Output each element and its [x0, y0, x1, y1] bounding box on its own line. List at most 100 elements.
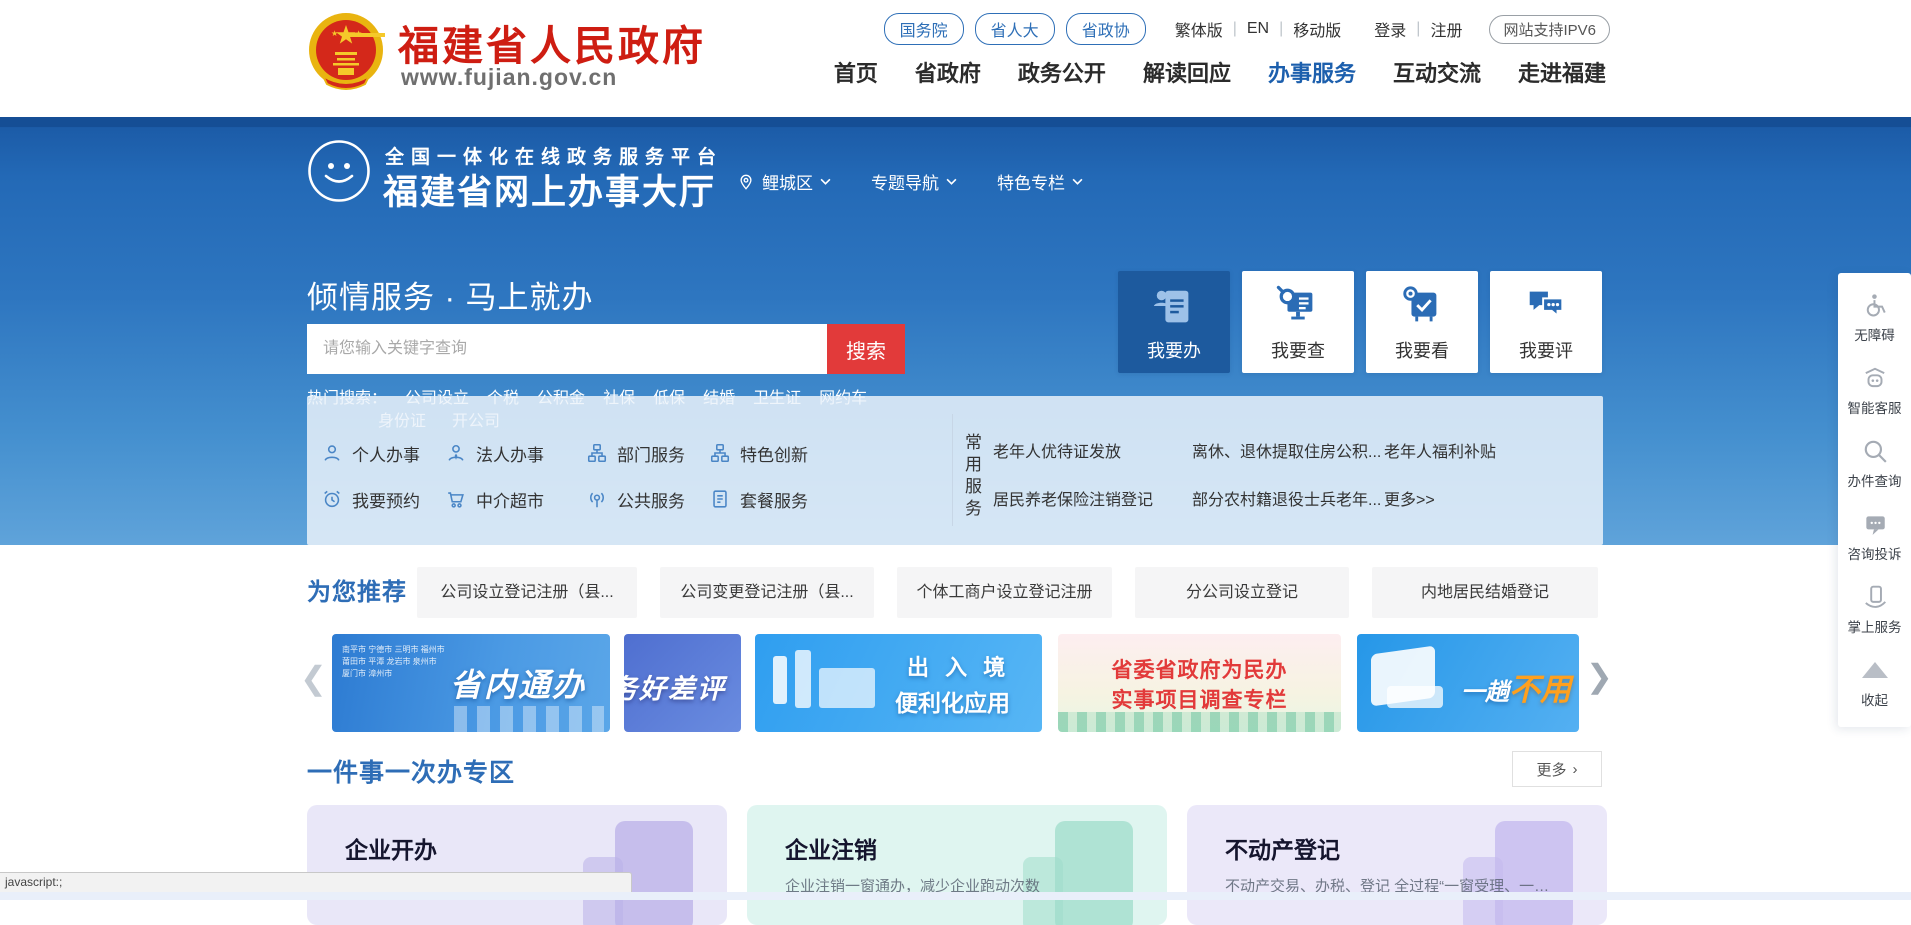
site-header: ★ ★ 福建省人民政府 www.fujian.gov.cn 国务院 省人大 省政…	[0, 0, 1911, 117]
menu-personal-services[interactable]: 个人办事	[321, 438, 420, 468]
banner-service-rating[interactable]: 务好差评	[624, 634, 741, 732]
person-icon	[321, 442, 343, 464]
recommend-item[interactable]: 个体工商户设立登记注册	[897, 567, 1112, 618]
tool-label: 办件查询	[1848, 470, 1902, 490]
card-real-estate-registration[interactable]: 不动产登记 不动产交易、办税、登记 全过程“一窗受理、一…	[1187, 805, 1607, 925]
banner-title: 出 入 境	[907, 650, 1010, 682]
menu-public-services[interactable]: 公共服务	[586, 484, 685, 514]
recommend-buttons: 公司设立登记注册（县... 公司变更登记注册（县... 个体工商户设立登记注册 …	[417, 567, 1598, 618]
search-input[interactable]	[307, 324, 827, 374]
recommend-item[interactable]: 公司设立登记注册（县...	[417, 567, 637, 618]
page: { "page": { "status_tooltip": "javascrip…	[0, 0, 1911, 900]
top-links: 国务院 省人大 省政协 繁体版 | EN | 移动版 登录 | 注册 网站支持I…	[884, 13, 1610, 45]
chevron-down-icon	[1072, 178, 1083, 185]
magnifier-icon	[1862, 438, 1888, 464]
counter-illustration	[819, 668, 875, 708]
broadcast-icon	[586, 488, 608, 510]
nav-services[interactable]: 办事服务	[1268, 56, 1356, 88]
recommend-item[interactable]: 内地居民结婚登记	[1372, 567, 1598, 618]
tab-i-want-to-review[interactable]: 我要评	[1490, 271, 1602, 373]
link-mobile[interactable]: 移动版	[1293, 17, 1341, 41]
region-selector[interactable]: 鲤城区	[737, 169, 831, 194]
menu-corporate-services[interactable]: 法人办事	[445, 438, 544, 468]
banner-title: 一趟不用	[1461, 664, 1571, 709]
alarm-clock-icon	[321, 488, 343, 510]
chevron-right-icon: ›	[1573, 761, 1578, 778]
login-link[interactable]: 登录	[1374, 17, 1406, 41]
tool-collapse[interactable]: 收起	[1861, 657, 1888, 709]
nav-interaction[interactable]: 互动交流	[1393, 56, 1481, 88]
region-name: 鲤城区	[762, 169, 813, 194]
eye-board-icon	[1399, 284, 1445, 330]
cart-icon	[445, 488, 467, 510]
card-business-startup[interactable]: 企业开办	[307, 805, 727, 925]
menu-special-label: 特色专栏	[997, 169, 1065, 194]
tool-mobile-services[interactable]: 掌上服务	[1848, 584, 1902, 636]
nav-about-fujian[interactable]: 走进福建	[1518, 56, 1606, 88]
banner-one-trip[interactable]: 一趟不用	[1357, 634, 1579, 732]
auth-links: 登录 | 注册	[1374, 17, 1462, 41]
menu-item-label: 中介超市	[476, 487, 544, 512]
tab-i-want-to-view[interactable]: 我要看	[1366, 271, 1478, 373]
carousel-next-button[interactable]: ❯	[1586, 660, 1613, 692]
link-provincial-cppcc[interactable]: 省政协	[1066, 13, 1146, 45]
tool-consult-complaint[interactable]: 咨询投诉	[1848, 511, 1902, 563]
banner-entry-exit[interactable]: 出 入 境 便利化应用	[755, 634, 1042, 732]
recommend-item[interactable]: 公司变更登记注册（县...	[660, 567, 874, 618]
tool-case-query[interactable]: 办件查询	[1848, 438, 1902, 490]
menu-item-label: 特色创新	[740, 441, 808, 466]
common-link[interactable]: 老年人福利补贴	[1384, 438, 1496, 462]
tool-smart-customer-service[interactable]: 智能客服	[1848, 365, 1902, 417]
nav-gov-affairs[interactable]: 政务公开	[1018, 56, 1106, 88]
tab-i-want-to-check[interactable]: 我要查	[1242, 271, 1354, 373]
more-link[interactable]: 更多>>	[1384, 486, 1435, 510]
chevron-down-icon	[946, 178, 957, 185]
platform-menus: 鲤城区 专题导航 特色专栏	[737, 169, 1083, 194]
people-illustration	[773, 656, 787, 704]
common-link[interactable]: 居民养老保险注销登记	[993, 486, 1153, 510]
link-english[interactable]: EN	[1247, 20, 1269, 38]
nav-home[interactable]: 首页	[834, 56, 878, 88]
chat-bubble-icon	[1862, 511, 1888, 537]
banner-title-part: 一趟	[1461, 679, 1509, 706]
menu-item-label: 部门服务	[617, 441, 685, 466]
tab-label: 我要办	[1147, 337, 1201, 363]
wheelchair-icon	[1862, 292, 1888, 318]
banner-title: 省内通办	[450, 660, 586, 706]
link-provincial-congress[interactable]: 省人大	[975, 13, 1055, 45]
tool-label: 咨询投诉	[1848, 543, 1902, 563]
ipv6-badge: 网站支持IPV6	[1489, 15, 1610, 44]
menu-package-services[interactable]: 套餐服务	[709, 484, 808, 514]
common-link[interactable]: 老年人优待证发放	[993, 438, 1121, 462]
hero-slogan: 倾情服务 · 马上就办	[307, 272, 594, 317]
common-link[interactable]: 离休、退休提取住房公积...	[1192, 438, 1381, 462]
browser-status-tooltip: javascript:;	[0, 872, 632, 892]
banner-province-wide-service[interactable]: 南平市 宁德市 三明市 福州市 莆田市 平潭 龙岩市 泉州市 厦门市 漳州市 省…	[332, 634, 610, 732]
nav-interpretation[interactable]: 解读回应	[1143, 56, 1231, 88]
menu-intermediary-market[interactable]: 中介超市	[445, 484, 544, 514]
tab-label: 我要看	[1395, 337, 1449, 363]
menu-topics-nav[interactable]: 专题导航	[871, 169, 957, 194]
link-traditional-chinese[interactable]: 繁体版	[1175, 17, 1223, 41]
banner-public-welfare-survey[interactable]: 省委省政府为民办 实事项目调查专栏	[1058, 634, 1341, 732]
national-emblem-icon: ★ ★	[307, 10, 385, 96]
carousel-prev-button[interactable]: ❮	[300, 662, 327, 694]
common-link[interactable]: 部分农村籍退役士兵老年...	[1192, 486, 1381, 510]
menu-item-label: 我要预约	[352, 487, 420, 512]
menu-special-columns[interactable]: 特色专栏	[997, 169, 1083, 194]
tool-accessibility[interactable]: 无障碍	[1854, 292, 1895, 344]
once-more-button[interactable]: 更多 ›	[1512, 751, 1602, 787]
nav-provincial-gov[interactable]: 省政府	[915, 56, 981, 88]
recommend-item[interactable]: 分公司设立登记	[1135, 567, 1349, 618]
search-button[interactable]: 搜索	[827, 324, 905, 374]
register-link[interactable]: 注册	[1430, 17, 1462, 41]
svg-text:★: ★	[355, 29, 362, 38]
menu-featured-innovation[interactable]: 特色创新	[709, 438, 808, 468]
card-business-deregistration[interactable]: 企业注销 企业注销一窗通办，减少企业跑动次数	[747, 805, 1167, 925]
menu-department-services[interactable]: 部门服务	[586, 438, 685, 468]
search-bar: 搜索	[307, 324, 905, 374]
tab-i-want-to-apply[interactable]: 我要办	[1118, 271, 1230, 373]
link-state-council[interactable]: 国务院	[884, 13, 964, 45]
language-links: 繁体版 | EN | 移动版	[1175, 17, 1342, 41]
menu-appointment[interactable]: 我要预约	[321, 484, 420, 514]
